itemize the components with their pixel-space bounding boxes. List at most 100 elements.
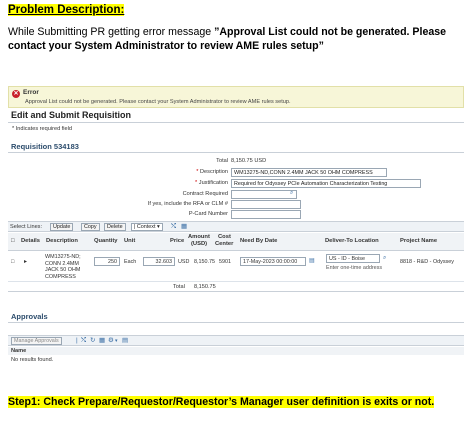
row-cost-center: 5901 <box>219 259 231 265</box>
approvals-empty: No results found. <box>11 357 54 363</box>
col-description: Description <box>46 238 78 244</box>
error-title: Error <box>23 89 39 96</box>
required-star: * <box>195 180 198 186</box>
table-total-value: 8,150.75 <box>194 284 216 290</box>
delete-button[interactable]: Delete <box>104 223 126 231</box>
chevron-down-icon: ▾ <box>156 224 160 230</box>
approvals-toolbar: Manage Approvals | ⤭ ↻ ▦ ⚙ ▾ ▤ <box>8 335 464 346</box>
row-project: 8818 - R&D - Odyssey <box>400 259 454 265</box>
table-total-label: Total <box>173 284 185 290</box>
col-details: Details <box>21 238 41 244</box>
description-input[interactable]: WM13275-ND,CONN 2.4MM JACK 50 OHM COMPRE… <box>231 168 387 177</box>
refresh-icon[interactable]: ↻ <box>90 337 95 345</box>
row-currency: USD <box>178 259 190 265</box>
col-amount-line2: (USD) <box>191 241 208 247</box>
total-value: 8,150.75 USD <box>231 158 267 164</box>
calculator-icon[interactable]: ▦ <box>181 223 187 231</box>
col-cost-center: Cost Center <box>215 234 233 248</box>
export-icon[interactable]: ▤ <box>122 337 128 345</box>
chevron-down-icon[interactable]: ▾ <box>115 337 118 345</box>
select-lines-label: Select Lines: <box>10 224 43 230</box>
row-unit: Each <box>124 259 137 265</box>
price-input[interactable]: 32.603 <box>143 257 175 266</box>
col-project: Project Name <box>400 238 438 244</box>
contract-label-row: Contract Required <box>8 191 228 200</box>
col-need-by: Need By Date <box>240 238 278 244</box>
col-cost-line1: Cost <box>218 234 231 240</box>
description-label-row: * Description <box>8 169 228 178</box>
error-message: Approval List could not be generated. Pl… <box>25 99 291 105</box>
update-button[interactable]: Update <box>50 223 74 231</box>
step1-note: Step1: Check Prepare/Requestor/Requestor… <box>8 396 435 408</box>
pcard-label-row: P-Card Number <box>8 211 228 220</box>
doc-intro: While Submitting PR getting error messag… <box>8 25 470 53</box>
col-quantity: Quantity <box>94 238 118 244</box>
deliver-to-input[interactable]: US - ID - Boise <box>326 254 380 263</box>
divider <box>8 122 464 123</box>
col-price: Price <box>170 238 185 244</box>
total-label: Total <box>216 158 228 164</box>
desc-line: JACK 50 OHM <box>45 267 81 273</box>
rfa-label-row: If yes, include the RFA or CLM # <box>8 201 228 210</box>
manage-approvals-button[interactable]: Manage Approvals <box>11 337 62 345</box>
divider <box>8 152 464 153</box>
justification-label-text: Justification <box>198 180 228 186</box>
desc-line: WM13275-ND; <box>45 254 81 260</box>
grid-icon[interactable]: ▦ <box>99 337 105 345</box>
col-cost-line2: Center <box>215 241 234 247</box>
intro-text: While Submitting PR getting error messag… <box>8 26 215 38</box>
pcard-label: P-Card Number <box>188 211 228 217</box>
page-title: Edit and Submit Requisition <box>11 110 131 120</box>
description-label: * Description <box>196 169 228 175</box>
pcard-input[interactable] <box>231 210 301 219</box>
col-amount-line1: Amount <box>188 234 210 240</box>
table-row: □ ▸ WM13275-ND; CONN 2.4MM JACK 50 OHM C… <box>8 252 464 282</box>
context-select[interactable]: | Context ▾ <box>131 223 163 231</box>
embedded-screenshot: ✕ Error Approval List could not be gener… <box>8 86 464 372</box>
desc-line: COMPRESS <box>45 273 76 280</box>
divider <box>8 322 464 323</box>
row-description: WM13275-ND; CONN 2.4MM JACK 50 OHM COMPR… <box>45 254 81 280</box>
search-icon[interactable]: ⌕ <box>290 190 293 197</box>
description-label-text: Description <box>200 169 228 175</box>
justification-label-row: * Justification <box>8 180 228 189</box>
contract-select[interactable] <box>231 190 297 199</box>
error-banner: ✕ Error Approval List could not be gener… <box>8 86 464 108</box>
need-by-input[interactable]: 17-May-2023 00:00:00 <box>240 257 306 266</box>
required-star: * <box>196 169 199 175</box>
details-expand-icon[interactable]: ▸ <box>24 259 27 266</box>
quantity-input[interactable]: 250 <box>94 257 120 266</box>
col-unit: Unit <box>124 238 136 244</box>
row-amount: 8,150.75 <box>194 259 215 265</box>
requisition-title: Requisition 534183 <box>11 142 79 151</box>
error-x-icon: ✕ <box>12 90 20 98</box>
context-label: | Context <box>134 224 156 230</box>
required-note: * Indicates required field <box>12 126 73 132</box>
deliver-hint: Enter one-time address <box>326 265 383 271</box>
settings-icon[interactable]: ⚙ <box>108 337 114 345</box>
contract-label: Contract Required <box>182 191 228 197</box>
rfa-input[interactable] <box>231 200 301 209</box>
copy-button[interactable]: Copy <box>81 223 100 231</box>
lines-table-header: □ Details Description Quantity Unit Pric… <box>8 233 464 251</box>
total-row-field: Total <box>8 158 228 167</box>
step1-text: Step1: Check Prepare/Requestor/Requestor… <box>8 396 435 408</box>
select-all-checkbox[interactable]: □ <box>11 238 15 245</box>
split-icon[interactable]: ⤭ <box>81 337 86 345</box>
rfa-label: If yes, include the RFA or CLM # <box>147 201 228 207</box>
split-icon[interactable]: ⤭ <box>171 223 176 231</box>
lines-toolbar: Select Lines: Update Copy Delete | Conte… <box>8 221 464 232</box>
desc-line: CONN 2.4MM <box>45 260 79 267</box>
calendar-icon[interactable]: ▤ <box>309 258 315 265</box>
table-total-row: Total 8,150.75 <box>8 282 464 292</box>
separator-icon: | <box>76 337 78 344</box>
approvals-title: Approvals <box>11 312 48 321</box>
justification-label: * Justification <box>195 180 228 186</box>
col-deliver-to: Deliver-To Location <box>325 238 379 244</box>
approvals-header: Name <box>8 347 464 355</box>
col-amount: Amount (USD) <box>188 234 210 248</box>
justification-input[interactable]: Required for Odyssey PCIe Automation Cha… <box>231 179 421 188</box>
row-checkbox[interactable]: □ <box>11 259 14 266</box>
doc-heading: Problem Description: <box>8 4 125 16</box>
search-icon[interactable]: ⌕ <box>383 255 386 262</box>
